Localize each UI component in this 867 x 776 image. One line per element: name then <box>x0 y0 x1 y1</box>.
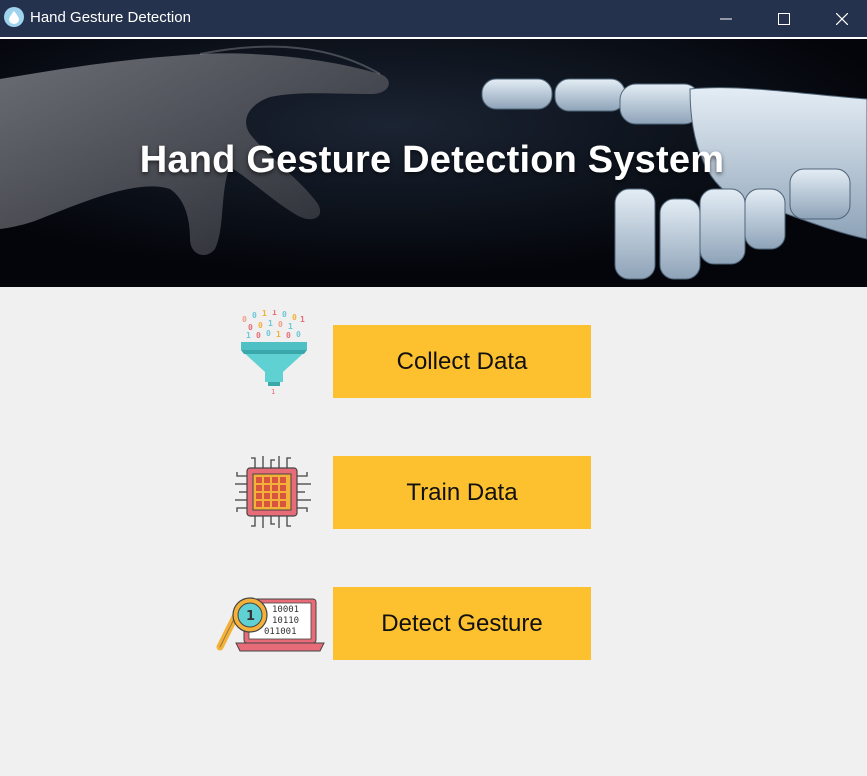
svg-text:1: 1 <box>246 609 255 624</box>
svg-text:0: 0 <box>296 330 301 339</box>
window-titlebar[interactable]: Hand Gesture Detection <box>0 0 867 37</box>
svg-text:1: 1 <box>300 315 305 324</box>
collect-data-button[interactable]: Collect Data <box>333 325 591 398</box>
svg-text:1: 1 <box>276 330 281 339</box>
svg-text:011001: 011001 <box>264 627 297 637</box>
svg-text:0: 0 <box>258 321 263 330</box>
window-title: Hand Gesture Detection <box>30 9 191 26</box>
train-data-button[interactable]: Train Data <box>333 456 591 529</box>
header-banner: Hand Gesture Detection System <box>0 39 867 287</box>
svg-text:0: 0 <box>242 315 247 324</box>
laptop-magnifier-icon: 10001 10110 011001 1 <box>214 595 328 662</box>
data-funnel-icon: 0 0 1 1 0 0 1 0 0 1 0 1 1 0 0 1 0 0 1 <box>238 308 310 405</box>
svg-text:10110: 10110 <box>272 616 299 626</box>
svg-text:1: 1 <box>268 319 273 328</box>
processor-chip-icon <box>233 454 313 535</box>
svg-text:0: 0 <box>278 320 283 329</box>
close-icon[interactable] <box>813 0 867 37</box>
app-drop-icon <box>4 7 24 27</box>
minimize-icon[interactable] <box>697 0 755 37</box>
svg-text:0: 0 <box>266 329 271 338</box>
svg-text:0: 0 <box>292 313 297 322</box>
svg-text:0: 0 <box>256 331 261 340</box>
svg-text:0: 0 <box>282 310 287 319</box>
banner-title: Hand Gesture Detection System <box>139 139 725 181</box>
svg-text:1: 1 <box>272 310 277 317</box>
svg-text:1: 1 <box>262 310 267 318</box>
detect-gesture-button[interactable]: Detect Gesture <box>333 587 591 660</box>
svg-text:0: 0 <box>286 331 291 340</box>
svg-text:0: 0 <box>252 311 257 320</box>
maximize-icon[interactable] <box>755 0 813 37</box>
svg-text:1: 1 <box>288 322 293 331</box>
svg-text:1: 1 <box>246 331 251 340</box>
svg-text:10001: 10001 <box>272 605 299 615</box>
svg-text:1: 1 <box>271 388 275 396</box>
